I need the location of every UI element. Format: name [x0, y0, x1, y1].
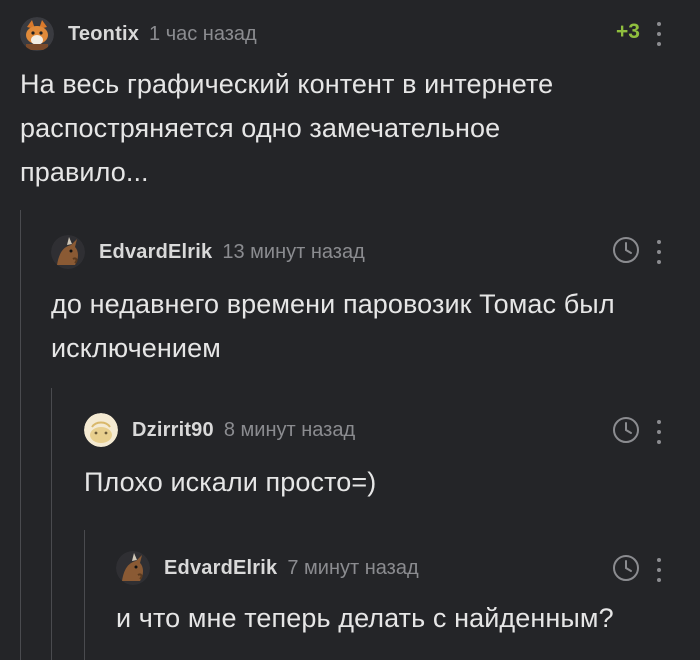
comment-text: Плохо искали просто=) — [84, 460, 376, 504]
comment-text-line: На весь графический контент в интернете — [20, 69, 554, 99]
more-icon[interactable] — [654, 22, 664, 46]
comment-text: и что мне теперь делать с найденным? — [116, 596, 614, 640]
more-icon[interactable] — [654, 420, 664, 444]
timestamp[interactable]: 1 час назад — [149, 23, 257, 46]
comment-text: На весь графический контент в интернете … — [20, 62, 553, 194]
comment-header: EdvardElrik 7 минут назад — [116, 548, 419, 588]
comment-text-line: распостряняется одно замечательное — [20, 113, 501, 143]
thread-line-level-1[interactable] — [20, 210, 21, 660]
comment-header: Dzirrit90 8 минут назад — [84, 410, 355, 450]
thread-line-level-2[interactable] — [51, 388, 52, 660]
timestamp[interactable]: 8 минут назад — [224, 419, 355, 442]
clock-icon[interactable] — [612, 554, 640, 582]
timestamp[interactable]: 7 минут назад — [287, 557, 418, 580]
comment-text-line: правило... — [20, 157, 149, 187]
comment-header: Teontix 1 час назад — [20, 14, 257, 54]
username[interactable]: Teontix — [68, 23, 139, 46]
username[interactable]: EdvardElrik — [99, 241, 212, 264]
avatar[interactable] — [20, 17, 54, 51]
more-icon[interactable] — [654, 240, 664, 264]
username[interactable]: EdvardElrik — [164, 557, 277, 580]
timestamp[interactable]: 13 минут назад — [222, 241, 364, 264]
comment-header: EdvardElrik 13 минут назад — [51, 232, 365, 272]
comment-text-line: и что мне теперь делать с найденным? — [116, 603, 614, 633]
avatar[interactable] — [116, 551, 150, 585]
avatar[interactable] — [51, 235, 85, 269]
comment-text-line: до недавнего времени паровозик Томас был — [51, 289, 615, 319]
rating-value: +3 — [616, 20, 640, 43]
username[interactable]: Dzirrit90 — [132, 419, 214, 442]
thread-line-level-3[interactable] — [84, 530, 85, 660]
clock-icon[interactable] — [612, 416, 640, 444]
comment-text-line: исключением — [51, 333, 221, 363]
avatar[interactable] — [84, 413, 118, 447]
comment-text-line: Плохо искали просто=) — [84, 467, 377, 497]
comment-text: до недавнего времени паровозик Томас был… — [51, 282, 615, 370]
clock-icon[interactable] — [612, 236, 640, 264]
more-icon[interactable] — [654, 558, 664, 582]
